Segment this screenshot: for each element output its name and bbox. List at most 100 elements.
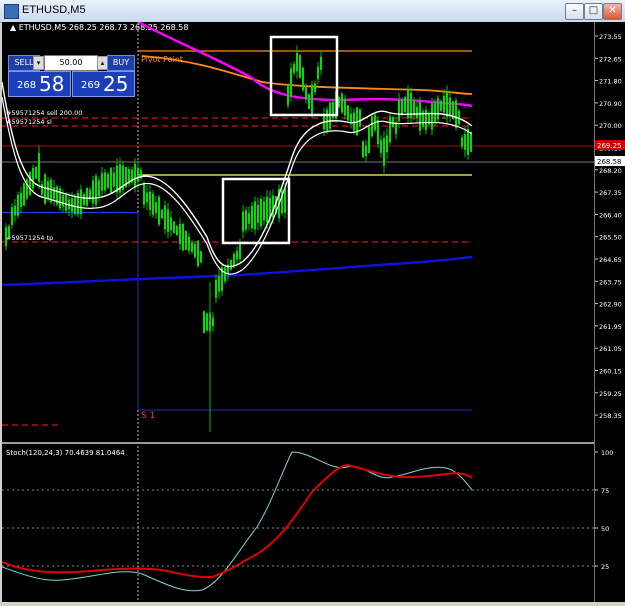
stoch-tick-label: 100 [601,449,613,457]
candle-body [65,195,67,211]
candle-body [440,100,442,111]
title-bar[interactable]: ETHUSD,M5 – □ ✕ [0,0,625,23]
candle-body [398,99,400,121]
candle-body [188,236,190,251]
candle-body [344,98,346,116]
candle-body [371,116,373,137]
candle-body [38,153,40,182]
candle-body [206,313,208,331]
candle-body [443,95,445,113]
buy-price-box[interactable]: 269 25 [72,71,135,97]
candle-body [5,227,7,247]
maximize-button[interactable]: □ [584,3,603,20]
price-chart-svg[interactable]: ▲ ETHUSD,M5 268.25 268.73 268.25 268.58 … [1,20,594,602]
candle-body [182,223,184,251]
candle-body [404,97,406,113]
candle-body [467,129,469,155]
price-tick-label: 266.40 [599,211,622,219]
candle-body [296,52,298,72]
candle-body [263,201,265,221]
candle-body [218,276,220,292]
chart-window: ETHUSD,M5 – □ ✕ ▲ ETHUSD,M5 268.25 268.7… [0,0,625,606]
price-axis[interactable]: 273.55272.65271.80270.90270.00269.10268.… [594,22,625,606]
candle-body [89,189,91,199]
candle-body [197,240,199,267]
candle-body [185,230,187,250]
candle-body [317,67,319,80]
price-tick-label: 265.50 [599,234,622,242]
sell-price-big: 58 [39,72,65,96]
candle-body [35,166,37,179]
lot-size-input[interactable]: 50.00 [44,55,98,71]
price-tick-label: 270.90 [599,100,622,108]
candle-body [41,183,43,195]
chart-canvas[interactable]: ▲ ETHUSD,M5 268.25 268.73 268.25 268.58 … [1,20,594,602]
candle-body [368,126,370,154]
candle-body [8,226,10,237]
candle-body [293,63,295,74]
candle-body [431,103,433,130]
close-button[interactable]: ✕ [603,3,622,20]
price-tick-label: 267.35 [599,189,622,197]
candle-body [83,193,85,205]
candle-body [449,97,451,116]
candle-body [155,202,157,213]
candle-body [389,116,391,143]
candle-body [173,221,175,234]
candle-series [5,45,472,432]
candle-body [158,196,160,225]
lot-decrease-button[interactable]: ▾ [33,56,44,70]
candle-body [434,102,436,123]
stoch-tick-label: 25 [601,563,609,571]
price-tick-label: 258.35 [599,412,622,420]
candle-body [362,140,364,158]
chart-window-icon [4,4,19,19]
stoch-main-line [1,451,473,592]
candle-body [53,187,55,200]
candle-body [167,209,169,232]
candle-body [47,181,49,199]
stoch-tick-label: 75 [601,487,609,495]
candle-body [299,55,301,78]
price-tick-label: 271.80 [599,78,622,86]
price-tick-label: 259.25 [599,390,622,398]
chart-header: ▲ ETHUSD,M5 268.25 268.73 268.25 268.58 [10,23,188,32]
candle-body [179,223,181,244]
candle-body [203,311,205,333]
candle-body [113,172,115,187]
candle-body [347,105,349,121]
candle-body [416,106,418,118]
candle-body [353,112,355,131]
price-tick-label: 261.95 [599,323,622,331]
candle-body [86,187,88,206]
candle-body [98,180,100,199]
candle-body [341,93,343,113]
sell-price-small: 268 [17,80,37,91]
candle-body [464,134,466,150]
price-tick-label: 261.05 [599,345,622,353]
candle-body [92,180,94,204]
candle-body [350,113,352,123]
buy-button[interactable]: BUY [107,55,135,71]
candle-body [200,251,202,263]
candle-body [287,86,289,106]
candle-body [302,67,304,91]
candle-body [326,109,328,131]
candle-body [110,168,112,193]
candle-body [257,204,259,224]
candle-body [248,213,250,224]
price-tick-label: 260.15 [599,368,622,376]
candle-body [380,139,382,153]
minimize-button[interactable]: – [565,3,584,20]
candle-body [254,201,256,230]
candle-body [20,192,22,207]
candle-body [308,94,310,109]
candle-body [152,193,154,215]
candle-body [149,191,151,210]
candle-body [383,138,385,166]
sell-price-box[interactable]: 268 58 [8,71,71,97]
candle-body [446,92,448,117]
candle-body [470,132,472,152]
take-profit-label: #59571254 tp [6,234,53,242]
candle-body [461,137,463,147]
